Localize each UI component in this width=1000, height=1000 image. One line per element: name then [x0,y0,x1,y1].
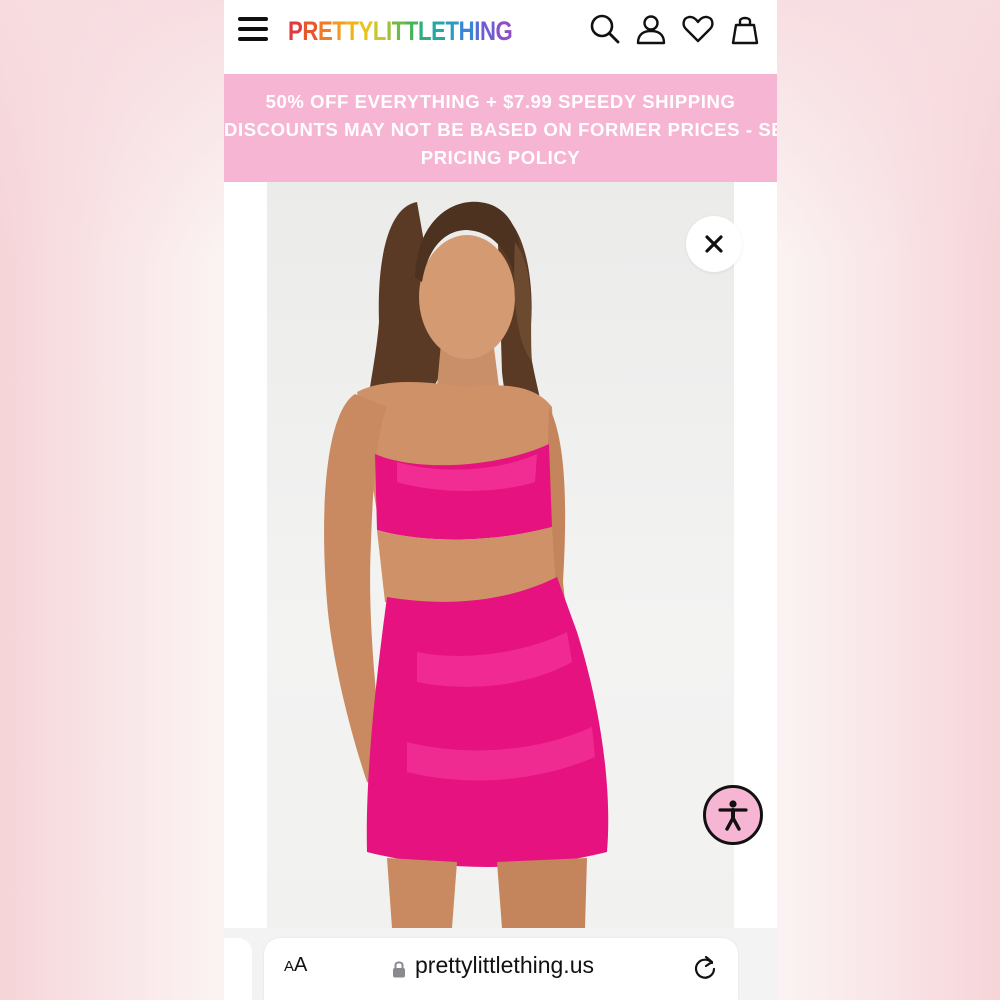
promo-banner[interactable]: 50% OFF EVERYTHING + $7.99 SPEEDY SHIPPI… [224,74,777,182]
logo-letter: G [495,16,513,46]
product-photo[interactable] [267,182,734,928]
logo-letter: E [317,16,333,46]
promo-line-3: PRICING POLICY [420,147,581,168]
accessibility-icon [718,800,748,831]
menu-icon[interactable] [238,17,268,43]
logo-letter: L [418,16,432,46]
previous-tab[interactable] [224,938,252,1000]
promo-line-1: 50% OFF EVERYTHING + $7.99 SPEEDY SHIPPI… [265,91,736,112]
model-illustration [324,201,609,928]
logo-letter: T [404,16,419,46]
reload-icon[interactable] [692,955,718,981]
promo-line-2: DISCOUNTS MAY NOT BE BASED ON FORMER PRI… [224,119,777,140]
logo-letter: T [445,16,460,46]
lock-icon [393,961,405,978]
site-header: PRETTYLITTLETHING [224,0,777,74]
logo-letter: T [332,16,346,46]
logo-letter: T [345,16,359,46]
close-icon [705,235,723,253]
address-bar[interactable]: AA prettylittlething.us [264,938,738,1000]
account-icon[interactable] [634,12,668,46]
logo-letter: N [479,16,496,46]
close-button[interactable] [686,216,742,272]
text-size-button[interactable]: AA [284,954,307,977]
url-text[interactable]: prettylittlething.us [415,952,594,979]
wishlist-icon[interactable] [681,12,715,46]
logo-letter: E [431,16,446,46]
browser-toolbar: AA prettylittlething.us [224,928,777,1000]
product-image-viewer [224,182,777,928]
accessibility-button[interactable] [703,785,763,845]
brand-logo[interactable]: PRETTYLITTLETHING [288,14,513,48]
logo-letter: Y [358,16,374,46]
logo-letter: H [458,16,475,46]
bag-icon[interactable] [728,12,762,46]
logo-letter: P [288,16,303,46]
mobile-browser-screen: PRETTYLITTLETHING 50% OFF EVERYTHING + $… [224,0,777,1000]
logo-letter: R [302,16,318,46]
logo-letter: L [372,16,387,46]
search-icon[interactable] [588,12,622,46]
logo-letter: T [391,16,406,46]
